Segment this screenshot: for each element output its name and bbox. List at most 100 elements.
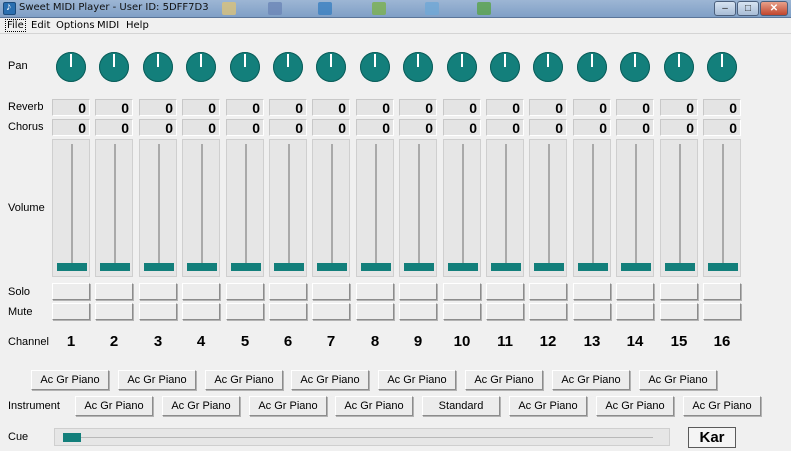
instrument-button[interactable]: Ac Gr Piano	[509, 396, 587, 416]
volume-slider[interactable]	[703, 139, 741, 277]
reverb-value[interactable]: 0	[573, 99, 611, 116]
cue-slider[interactable]	[54, 428, 670, 446]
volume-slider[interactable]	[529, 139, 567, 277]
mute-button[interactable]	[660, 303, 698, 320]
volume-thumb[interactable]	[404, 263, 434, 271]
solo-button[interactable]	[660, 283, 698, 300]
chorus-value[interactable]: 0	[703, 119, 741, 136]
mute-button[interactable]	[226, 303, 264, 320]
chorus-value[interactable]: 0	[660, 119, 698, 136]
pan-knob[interactable]	[56, 52, 86, 82]
mute-button[interactable]	[703, 303, 741, 320]
kar-button[interactable]: Kar	[688, 427, 736, 448]
maximize-button[interactable]: □	[737, 1, 759, 16]
volume-slider[interactable]	[269, 139, 307, 277]
volume-thumb[interactable]	[361, 263, 391, 271]
reverb-value[interactable]: 0	[529, 99, 567, 116]
pan-knob[interactable]	[360, 52, 390, 82]
instrument-button[interactable]: Ac Gr Piano	[162, 396, 240, 416]
volume-thumb[interactable]	[621, 263, 651, 271]
volume-slider[interactable]	[182, 139, 220, 277]
pan-knob[interactable]	[577, 52, 607, 82]
chorus-value[interactable]: 0	[529, 119, 567, 136]
volume-thumb[interactable]	[231, 263, 261, 271]
reverb-value[interactable]: 0	[486, 99, 524, 116]
volume-thumb[interactable]	[144, 263, 174, 271]
solo-button[interactable]	[269, 283, 307, 300]
pan-knob[interactable]	[143, 52, 173, 82]
mute-button[interactable]	[486, 303, 524, 320]
solo-button[interactable]	[226, 283, 264, 300]
chorus-value[interactable]: 0	[226, 119, 264, 136]
solo-button[interactable]	[356, 283, 394, 300]
volume-slider[interactable]	[573, 139, 611, 277]
menu-options[interactable]: Options	[56, 20, 95, 31]
volume-slider[interactable]	[486, 139, 524, 277]
pan-knob[interactable]	[664, 52, 694, 82]
reverb-value[interactable]: 0	[95, 99, 133, 116]
pan-knob[interactable]	[403, 52, 433, 82]
minimize-button[interactable]: –	[714, 1, 736, 16]
volume-thumb[interactable]	[274, 263, 304, 271]
instrument-button[interactable]: Ac Gr Piano	[683, 396, 761, 416]
solo-button[interactable]	[312, 283, 350, 300]
mute-button[interactable]	[356, 303, 394, 320]
volume-slider[interactable]	[312, 139, 350, 277]
solo-button[interactable]	[139, 283, 177, 300]
pan-knob[interactable]	[707, 52, 737, 82]
pan-knob[interactable]	[533, 52, 563, 82]
solo-button[interactable]	[443, 283, 481, 300]
volume-thumb[interactable]	[578, 263, 608, 271]
reverb-value[interactable]: 0	[443, 99, 481, 116]
pan-knob[interactable]	[186, 52, 216, 82]
volume-slider[interactable]	[356, 139, 394, 277]
instrument-button[interactable]: Ac Gr Piano	[205, 370, 283, 390]
volume-thumb[interactable]	[317, 263, 347, 271]
reverb-value[interactable]: 0	[356, 99, 394, 116]
menu-file[interactable]: File	[5, 19, 26, 32]
close-button[interactable]: ✕	[760, 1, 788, 16]
solo-button[interactable]	[529, 283, 567, 300]
mute-button[interactable]	[529, 303, 567, 320]
instrument-button[interactable]: Ac Gr Piano	[249, 396, 327, 416]
volume-slider[interactable]	[399, 139, 437, 277]
instrument-button[interactable]: Ac Gr Piano	[291, 370, 369, 390]
volume-slider[interactable]	[616, 139, 654, 277]
solo-button[interactable]	[573, 283, 611, 300]
chorus-value[interactable]: 0	[269, 119, 307, 136]
volume-thumb[interactable]	[708, 263, 738, 271]
chorus-value[interactable]: 0	[399, 119, 437, 136]
volume-slider[interactable]	[660, 139, 698, 277]
chorus-value[interactable]: 0	[443, 119, 481, 136]
mute-button[interactable]	[95, 303, 133, 320]
instrument-button[interactable]: Ac Gr Piano	[596, 396, 674, 416]
reverb-value[interactable]: 0	[616, 99, 654, 116]
menu-help[interactable]: Help	[126, 20, 149, 31]
mute-button[interactable]	[52, 303, 90, 320]
volume-slider[interactable]	[139, 139, 177, 277]
chorus-value[interactable]: 0	[182, 119, 220, 136]
reverb-value[interactable]: 0	[269, 99, 307, 116]
pan-knob[interactable]	[230, 52, 260, 82]
mute-button[interactable]	[399, 303, 437, 320]
chorus-value[interactable]: 0	[52, 119, 90, 136]
reverb-value[interactable]: 0	[226, 99, 264, 116]
volume-thumb[interactable]	[491, 263, 521, 271]
volume-thumb[interactable]	[534, 263, 564, 271]
instrument-button[interactable]: Ac Gr Piano	[465, 370, 543, 390]
instrument-button[interactable]: Ac Gr Piano	[639, 370, 717, 390]
chorus-value[interactable]: 0	[616, 119, 654, 136]
pan-knob[interactable]	[273, 52, 303, 82]
solo-button[interactable]	[486, 283, 524, 300]
volume-thumb[interactable]	[57, 263, 87, 271]
instrument-button[interactable]: Ac Gr Piano	[378, 370, 456, 390]
volume-thumb[interactable]	[665, 263, 695, 271]
instrument-button[interactable]: Ac Gr Piano	[31, 370, 109, 390]
reverb-value[interactable]: 0	[312, 99, 350, 116]
reverb-value[interactable]: 0	[703, 99, 741, 116]
solo-button[interactable]	[182, 283, 220, 300]
chorus-value[interactable]: 0	[312, 119, 350, 136]
volume-slider[interactable]	[443, 139, 481, 277]
cue-thumb[interactable]	[63, 433, 81, 442]
reverb-value[interactable]: 0	[139, 99, 177, 116]
